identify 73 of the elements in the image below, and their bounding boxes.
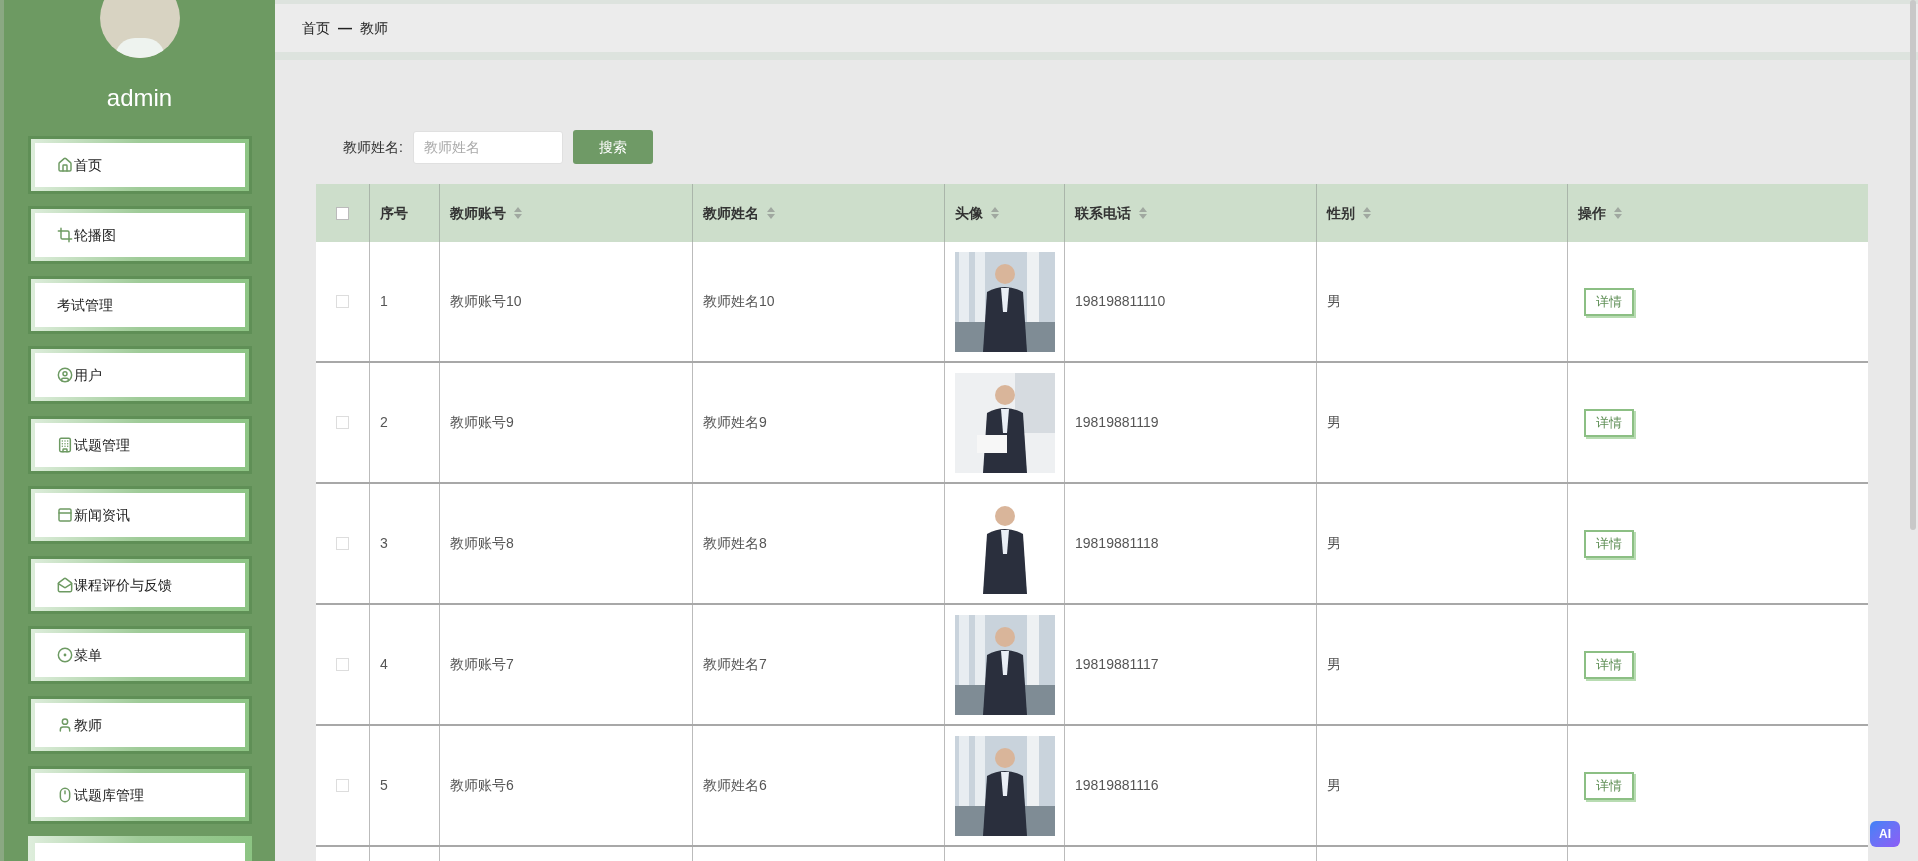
table-cell-text: 男 (1327, 413, 1341, 432)
checkbox[interactable] (336, 537, 349, 550)
circle-dot-icon (56, 647, 73, 663)
details-button[interactable]: 详情 (1584, 408, 1634, 437)
menu-item[interactable]: 首页 (34, 143, 245, 187)
table-cell-text: 2 (380, 413, 388, 432)
menu-item[interactable]: 用户 (34, 353, 245, 397)
menu-item[interactable]: 教师 (34, 703, 245, 747)
table-cell-text: 5 (380, 776, 388, 795)
checkbox[interactable] (336, 206, 349, 220)
breadcrumb-item[interactable]: 首页 (302, 17, 330, 39)
checkbox[interactable] (336, 295, 349, 308)
table-cell-text: 教师姓名6 (703, 776, 767, 795)
sort-icon[interactable] (1614, 207, 1622, 219)
breadcrumb-item[interactable]: 教师 (360, 17, 388, 39)
checkbox[interactable] (336, 658, 349, 671)
search-label: 教师姓名: (343, 137, 403, 157)
checkbox[interactable] (336, 779, 349, 792)
envelope-icon (56, 577, 73, 593)
sort-icon[interactable] (991, 207, 999, 219)
crop-icon (56, 227, 73, 243)
table-cell-text: 男 (1327, 655, 1341, 674)
building-icon (56, 437, 73, 453)
home-icon (56, 157, 73, 173)
column-header[interactable]: 联系电话 (1075, 202, 1131, 224)
checkbox[interactable] (336, 416, 349, 429)
menu-item[interactable]: 考试管理 (34, 283, 245, 327)
table-cell-text: 19819881118 (1075, 534, 1159, 553)
column-header[interactable]: 性别 (1327, 202, 1355, 224)
table-cell-text: 教师姓名8 (703, 534, 767, 553)
table-cell-text: 教师账号9 (450, 413, 514, 432)
column-header[interactable]: 操作 (1578, 202, 1606, 224)
column-header[interactable]: 教师账号 (450, 202, 506, 224)
table-cell-text: 男 (1327, 534, 1341, 553)
details-button[interactable]: 详情 (1584, 771, 1634, 800)
menu-item[interactable]: 课程评价与反馈 (34, 563, 245, 607)
menu-item[interactable]: 新闻资讯 (34, 493, 245, 537)
sort-icon[interactable] (767, 207, 775, 219)
table-cell-text: 教师账号8 (450, 534, 514, 553)
breadcrumb-separator: — (338, 18, 352, 38)
table-cell-text: 教师姓名10 (703, 292, 775, 311)
menu-item[interactable]: 试题管理 (34, 423, 245, 467)
details-button[interactable]: 详情 (1584, 529, 1634, 558)
details-button[interactable]: 详情 (1584, 650, 1634, 679)
search-field[interactable]: 教师姓名 (412, 130, 563, 164)
table-cell-text: 19819881116 (1075, 776, 1159, 795)
ai-button[interactable]: AI (1870, 821, 1900, 847)
table-cell-text: 教师姓名9 (703, 413, 767, 432)
column-header[interactable]: 头像 (955, 202, 983, 224)
user-name: admin (106, 83, 173, 113)
table-cell-text: 3 (380, 534, 388, 553)
table-cell-text: 1 (380, 292, 388, 311)
sort-icon[interactable] (1139, 207, 1147, 219)
table-cell-text: 教师姓名7 (703, 655, 767, 674)
table-cell-text: 教师账号6 (450, 776, 514, 795)
table-cell-text: 4 (380, 655, 388, 674)
details-button[interactable]: 详情 (1584, 287, 1634, 316)
menu-item[interactable]: 菜单 (34, 633, 245, 677)
table-cell-text: 男 (1327, 776, 1341, 795)
window-icon (56, 507, 73, 523)
menu-item[interactable]: 轮播图 (34, 213, 245, 257)
table-cell-text: 教师账号7 (450, 655, 514, 674)
user-circle-icon (56, 367, 73, 383)
column-header[interactable]: 序号 (380, 202, 408, 224)
table-cell-text: 教师账号10 (450, 292, 522, 311)
column-header[interactable]: 教师姓名 (703, 202, 759, 224)
table-cell-text: 19819881119 (1075, 413, 1159, 432)
table-cell-text: 198198811110 (1075, 292, 1166, 311)
sort-icon[interactable] (1363, 207, 1371, 219)
table-cell-text: 男 (1327, 292, 1341, 311)
table-cell-text: 19819881117 (1075, 655, 1159, 674)
menu-item[interactable]: 试题库管理 (34, 773, 245, 817)
sort-icon[interactable] (514, 207, 522, 219)
